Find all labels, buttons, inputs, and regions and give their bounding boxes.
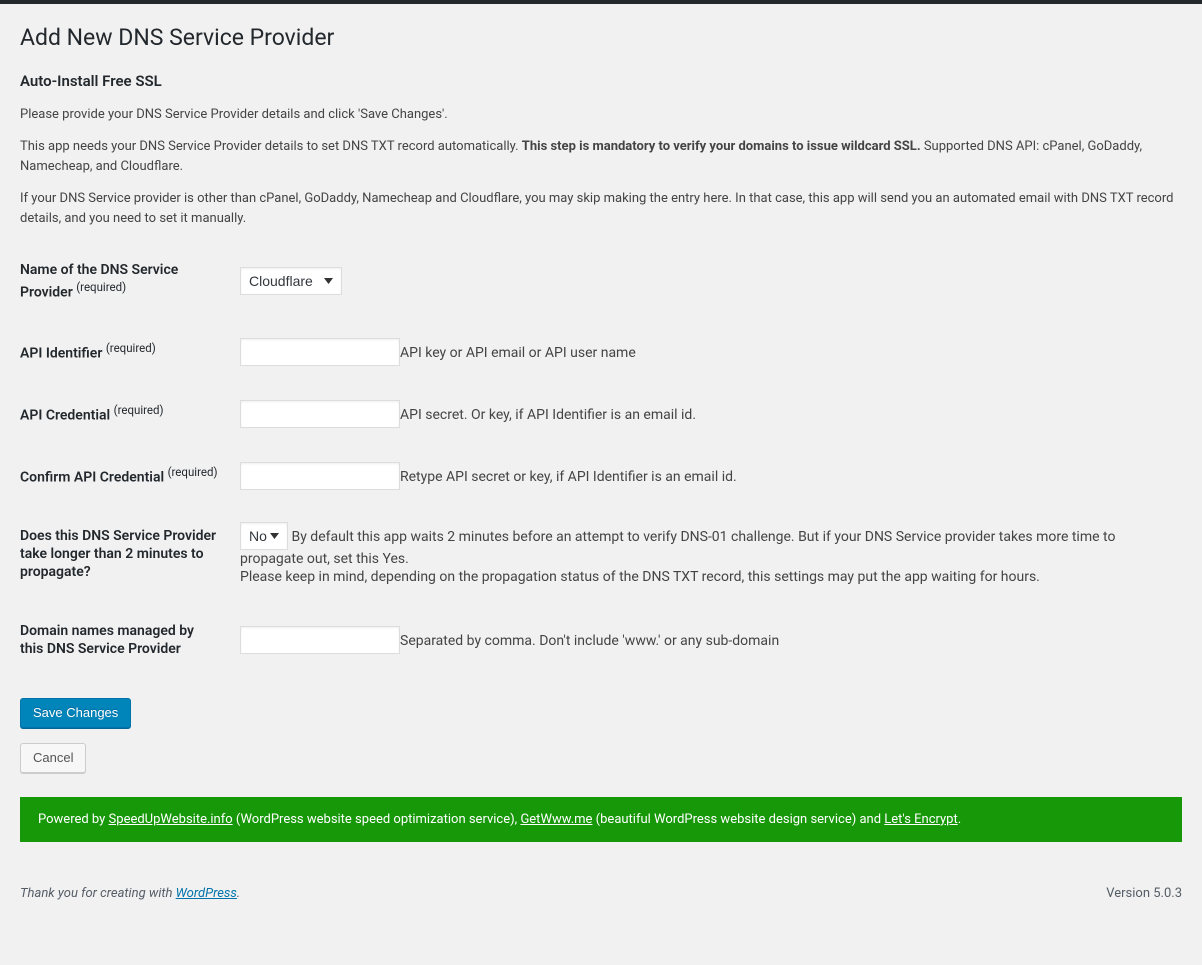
wp-footer-version: Version 5.0.3 — [1106, 886, 1182, 901]
propagate-hint-2: Please keep in mind, depending on the pr… — [240, 569, 1040, 585]
propagate-label: Does this DNS Service Provider take long… — [20, 507, 230, 602]
required-indicator: (required) — [114, 403, 164, 417]
required-indicator: (required) — [168, 465, 218, 479]
api-identifier-label-text: API Identifier — [20, 346, 106, 362]
api-credential-input[interactable] — [240, 400, 400, 428]
api-identifier-label: API Identifier (required) — [20, 321, 230, 383]
required-indicator: (required) — [76, 280, 126, 294]
confirm-credential-label-text: Confirm API Credential — [20, 470, 168, 486]
admin-topbar — [0, 0, 1202, 4]
confirm-credential-label: Confirm API Credential (required) — [20, 445, 230, 507]
footer-link-speedup[interactable]: SpeedUpWebsite.info — [109, 812, 233, 827]
footer-link-getwww[interactable]: GetWww.me — [520, 812, 592, 827]
plugin-footer: Powered by SpeedUpWebsite.info (WordPres… — [20, 797, 1182, 842]
footer-powered-prefix: Powered by — [38, 812, 109, 827]
domains-label: Domain names managed by this DNS Service… — [20, 602, 230, 678]
api-identifier-input[interactable] — [240, 338, 400, 366]
domains-input[interactable] — [240, 626, 400, 654]
save-button[interactable]: Save Changes — [20, 698, 131, 728]
api-credential-label-text: API Credential — [20, 408, 114, 424]
provider-select[interactable]: Cloudflare — [240, 267, 342, 295]
intro-paragraph-1: Please provide your DNS Service Provider… — [20, 105, 1182, 125]
wp-footer-period: . — [237, 886, 240, 901]
footer-end: . — [958, 812, 961, 827]
intro-p2-leading: This app needs your DNS Service Provider… — [20, 139, 522, 154]
domains-hint: Separated by comma. Don't include 'www.'… — [400, 633, 779, 649]
footer-link-letsencrypt[interactable]: Let's Encrypt — [884, 812, 957, 827]
cancel-button[interactable]: Cancel — [20, 743, 86, 773]
cancel-row: Cancel — [20, 728, 1182, 773]
footer-mid2: (beautiful WordPress website design serv… — [592, 812, 884, 827]
provider-label: Name of the DNS Service Provider (requir… — [20, 241, 230, 321]
submit-row: Save Changes — [20, 678, 1182, 728]
intro-paragraph-2: This app needs your DNS Service Provider… — [20, 137, 1182, 176]
propagate-hint-1: By default this app waits 2 minutes befo… — [240, 529, 1115, 567]
intro-paragraph-3: If your DNS Service provider is other th… — [20, 189, 1182, 228]
required-indicator: (required) — [106, 341, 156, 355]
page-subtitle: Auto-Install Free SSL — [20, 72, 1182, 90]
footer-mid1: (WordPress website speed optimization se… — [233, 812, 521, 827]
page-title: Add New DNS Service Provider — [20, 14, 1182, 57]
content-wrap: Add New DNS Service Provider Auto-Instal… — [20, 14, 1182, 842]
intro-p2-emphasis: This step is mandatory to verify your do… — [522, 139, 921, 154]
wp-admin-footer: Thank you for creating with WordPress. V… — [20, 866, 1182, 919]
wp-footer-left: Thank you for creating with WordPress. — [20, 886, 240, 901]
api-credential-label: API Credential (required) — [20, 383, 230, 445]
propagate-select[interactable]: No — [240, 522, 288, 550]
settings-form-table: Name of the DNS Service Provider (requir… — [20, 241, 1182, 678]
api-credential-hint: API secret. Or key, if API Identifier is… — [400, 407, 696, 423]
confirm-credential-input[interactable] — [240, 462, 400, 490]
confirm-credential-hint: Retype API secret or key, if API Identif… — [400, 469, 737, 485]
api-identifier-hint: API key or API email or API user name — [400, 345, 636, 361]
wp-footer-link[interactable]: WordPress — [176, 886, 237, 901]
wp-footer-thank: Thank you for creating with — [20, 886, 176, 901]
